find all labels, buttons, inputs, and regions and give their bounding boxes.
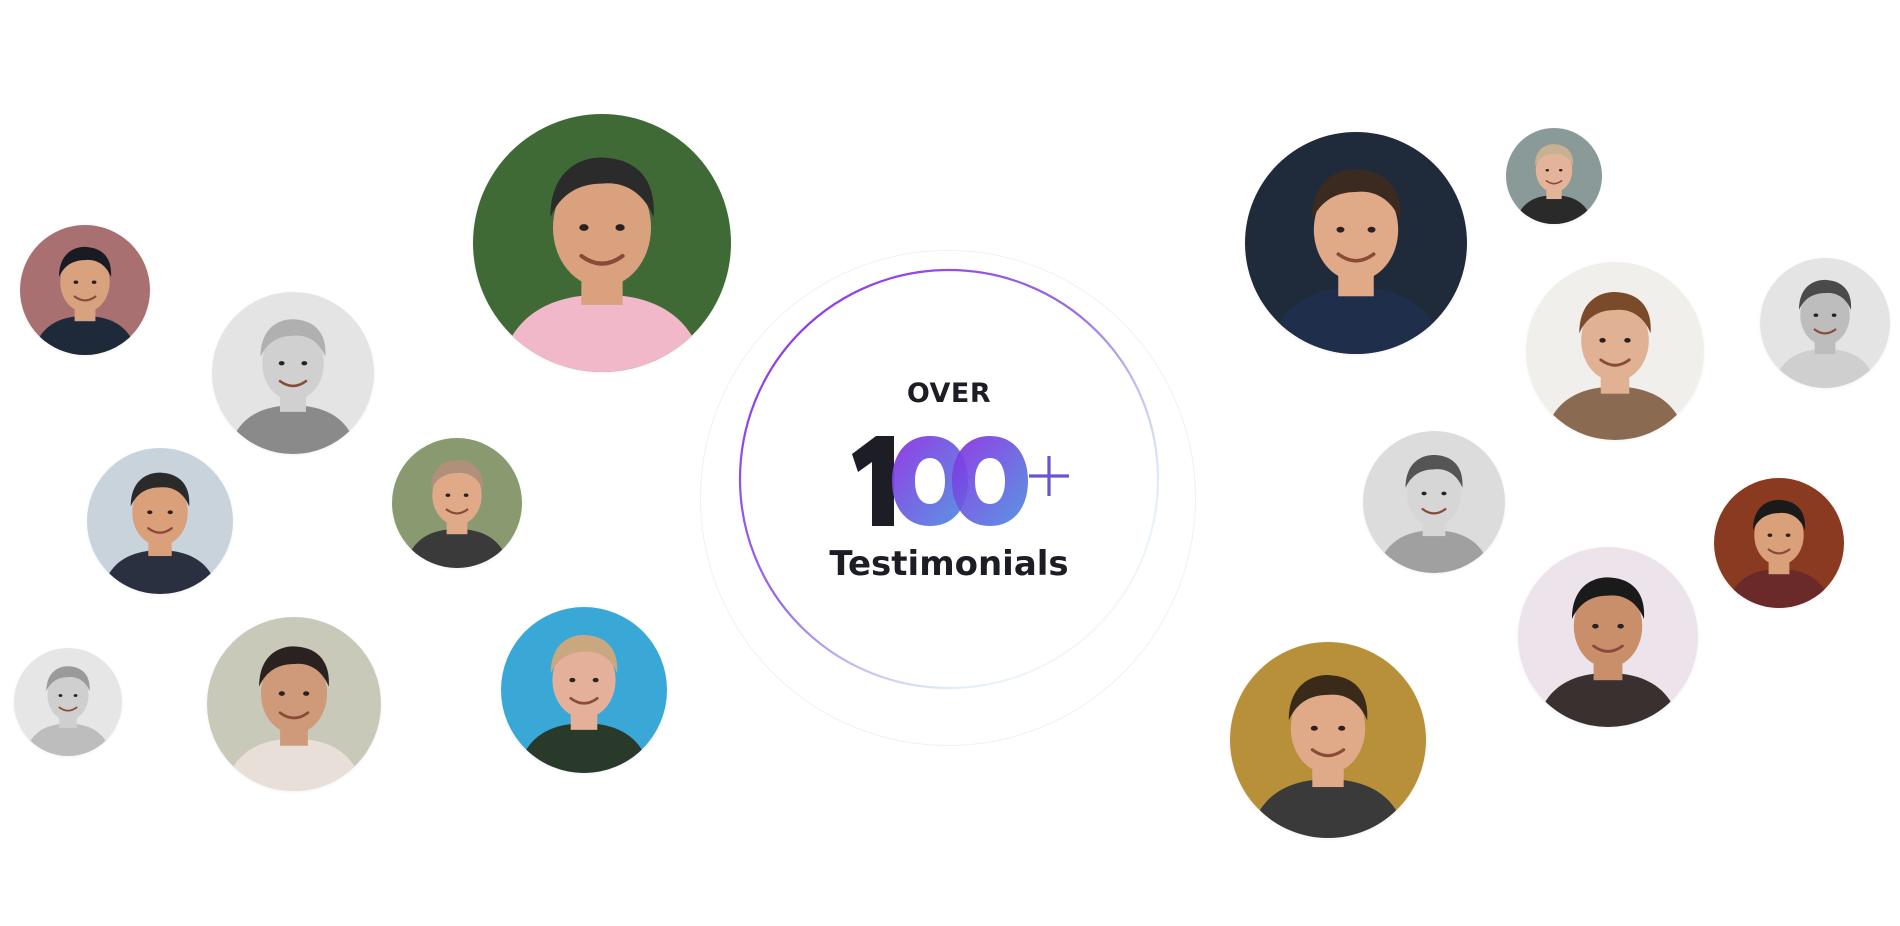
- testimonials-label: Testimonials: [829, 544, 1069, 584]
- portrait-image: [1518, 547, 1698, 727]
- portrait-image: [501, 607, 667, 773]
- avatar-left-8: [501, 607, 667, 773]
- count-value: 100: [832, 426, 834, 427]
- avatar-right-6: [1714, 478, 1844, 608]
- avatar-left-4: [14, 648, 122, 756]
- portrait-image: [1714, 478, 1844, 608]
- portrait-image: [212, 292, 374, 454]
- portrait-image: [1230, 642, 1426, 838]
- digit-one: [852, 436, 894, 526]
- avatar-right-1: [1245, 132, 1467, 354]
- portrait-image: [1245, 132, 1467, 354]
- avatar-right-3: [1526, 262, 1704, 440]
- plus-sign: [1029, 456, 1069, 496]
- avatar-right-4: [1760, 258, 1890, 388]
- testimonials-section: OVER 100 + Testimonials: [0, 0, 1900, 926]
- avatar-left-3: [87, 448, 233, 594]
- count-suffix: +: [832, 426, 833, 427]
- avatar-left-5: [207, 617, 381, 791]
- avatar-right-2: [1506, 128, 1602, 224]
- avatar-left-1: [20, 225, 150, 355]
- count-graphic: 100 +: [832, 426, 1069, 526]
- portrait-image: [14, 648, 122, 756]
- avatar-right-7: [1518, 547, 1698, 727]
- avatar-left-7: [392, 438, 522, 568]
- avatar-right-5: [1363, 431, 1505, 573]
- portrait-image: [1363, 431, 1505, 573]
- portrait-image: [1526, 262, 1704, 440]
- digit-zero-2: [952, 436, 1028, 526]
- over-label: OVER: [906, 378, 992, 409]
- portrait-image: [1506, 128, 1602, 224]
- testimonials-count-block: OVER 100 + Testimonials: [736, 266, 1162, 692]
- portrait-image: [1760, 258, 1890, 388]
- portrait-image: [392, 438, 522, 568]
- avatar-left-6: [473, 114, 731, 372]
- avatar-right-8: [1230, 642, 1426, 838]
- portrait-image: [20, 225, 150, 355]
- avatar-left-2: [212, 292, 374, 454]
- portrait-image: [473, 114, 731, 372]
- portrait-image: [87, 448, 233, 594]
- portrait-image: [207, 617, 381, 791]
